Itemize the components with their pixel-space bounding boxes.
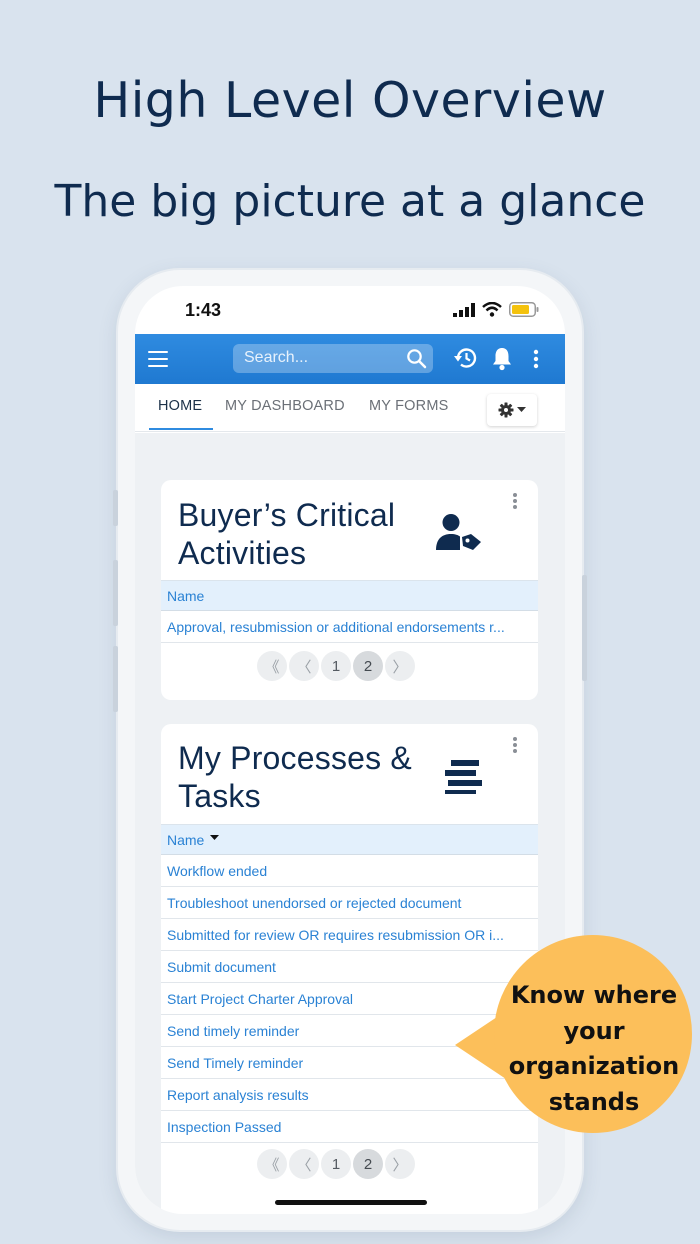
tab-home[interactable]: HOME <box>158 398 202 414</box>
card-title: Buyer’s Critical Activities <box>178 496 395 572</box>
first-page-button[interactable]: 《 <box>257 651 287 681</box>
tab-my-dashboard[interactable]: MY DASHBOARD <box>225 398 345 414</box>
next-page-button[interactable]: 〉 <box>385 651 415 681</box>
processes-tasks-card: My Processes & Tasks Name Workflow ended… <box>161 724 538 1214</box>
gear-icon <box>498 402 514 418</box>
bell-icon[interactable] <box>491 346 513 371</box>
row-link[interactable]: Workflow ended <box>167 863 532 879</box>
table-header: Name <box>161 580 538 611</box>
page-1-button[interactable]: 1 <box>321 1149 351 1179</box>
table-header: Name <box>161 824 538 855</box>
side-button <box>113 490 118 526</box>
user-tag-icon <box>436 514 481 550</box>
signal-icon <box>453 302 475 317</box>
tab-my-forms[interactable]: MY FORMS <box>369 398 448 414</box>
page-2-button[interactable]: 2 <box>353 1149 383 1179</box>
row-link[interactable]: Report analysis results <box>167 1087 532 1103</box>
table-row[interactable]: Submitted for review OR requires resubmi… <box>161 919 538 951</box>
page-1-button[interactable]: 1 <box>321 651 351 681</box>
row-link[interactable]: Submitted for review OR requires resubmi… <box>167 927 532 943</box>
row-link[interactable]: Approval, resubmission or additional end… <box>167 619 532 635</box>
active-tab-indicator <box>149 428 213 430</box>
settings-dropdown-button[interactable] <box>487 394 537 426</box>
first-page-button[interactable]: 《 <box>257 1149 287 1179</box>
status-time: 1:43 <box>185 300 222 320</box>
row-link[interactable]: Troubleshoot unendorsed or rejected docu… <box>167 895 532 911</box>
wifi-icon <box>482 302 502 317</box>
table-row[interactable]: Workflow ended <box>161 855 538 887</box>
prev-page-button[interactable]: 〈 <box>289 1149 319 1179</box>
card-title-line: My Processes & <box>178 740 412 776</box>
search-box[interactable]: Search... <box>233 344 433 373</box>
history-icon[interactable] <box>453 346 478 370</box>
pagination: 《 〈 1 2 〉 <box>257 1149 415 1179</box>
callout-line: your <box>563 1016 625 1045</box>
subheadline: The big picture at a glance <box>54 176 646 227</box>
volume-up-button <box>113 560 118 626</box>
page-2-button[interactable]: 2 <box>353 651 383 681</box>
list-stack-icon <box>445 760 482 794</box>
column-name-header[interactable]: Name <box>167 832 204 848</box>
callout-line: stands <box>548 1087 640 1116</box>
menu-icon[interactable] <box>148 351 168 367</box>
card-title-line: Buyer’s Critical <box>178 497 396 533</box>
callout-line: organization <box>508 1052 680 1080</box>
card-title-line: Activities <box>178 535 307 571</box>
card-title-line: Tasks <box>178 778 261 814</box>
callout-line: Know where <box>510 981 678 1009</box>
sort-desc-icon[interactable] <box>210 835 219 841</box>
next-page-button[interactable]: 〉 <box>385 1149 415 1179</box>
buyer-activities-card: Buyer’s Critical Activities Name Approva… <box>161 480 538 700</box>
callout-text: Know where your organization stands <box>494 978 694 1120</box>
card-menu-icon[interactable] <box>513 493 517 511</box>
search-input[interactable]: Search... <box>244 349 308 367</box>
more-vert-icon[interactable] <box>533 349 539 369</box>
caret-down-icon <box>517 407 526 412</box>
row-link[interactable]: Submit document <box>167 959 532 975</box>
status-icons <box>453 302 539 317</box>
power-button <box>582 575 587 681</box>
status-bar: 1:43 <box>135 286 565 334</box>
table-row[interactable]: Approval, resubmission or additional end… <box>161 611 538 643</box>
column-name-header[interactable]: Name <box>167 588 204 604</box>
volume-down-button <box>113 646 118 712</box>
prev-page-button[interactable]: 〈 <box>289 651 319 681</box>
battery-icon <box>509 302 539 317</box>
headline: High Level Overview <box>93 72 607 129</box>
card-title: My Processes & Tasks <box>178 739 412 815</box>
table-row[interactable]: Submit document <box>161 951 538 983</box>
home-indicator <box>275 1200 427 1205</box>
app-bar: Search... <box>135 334 565 384</box>
table-row[interactable]: Inspection Passed <box>161 1111 538 1143</box>
pagination: 《 〈 1 2 〉 <box>257 651 415 681</box>
table-row[interactable]: Troubleshoot unendorsed or rejected docu… <box>161 887 538 919</box>
row-link[interactable]: Inspection Passed <box>167 1119 532 1135</box>
search-icon[interactable] <box>406 348 427 369</box>
card-menu-icon[interactable] <box>513 737 517 755</box>
